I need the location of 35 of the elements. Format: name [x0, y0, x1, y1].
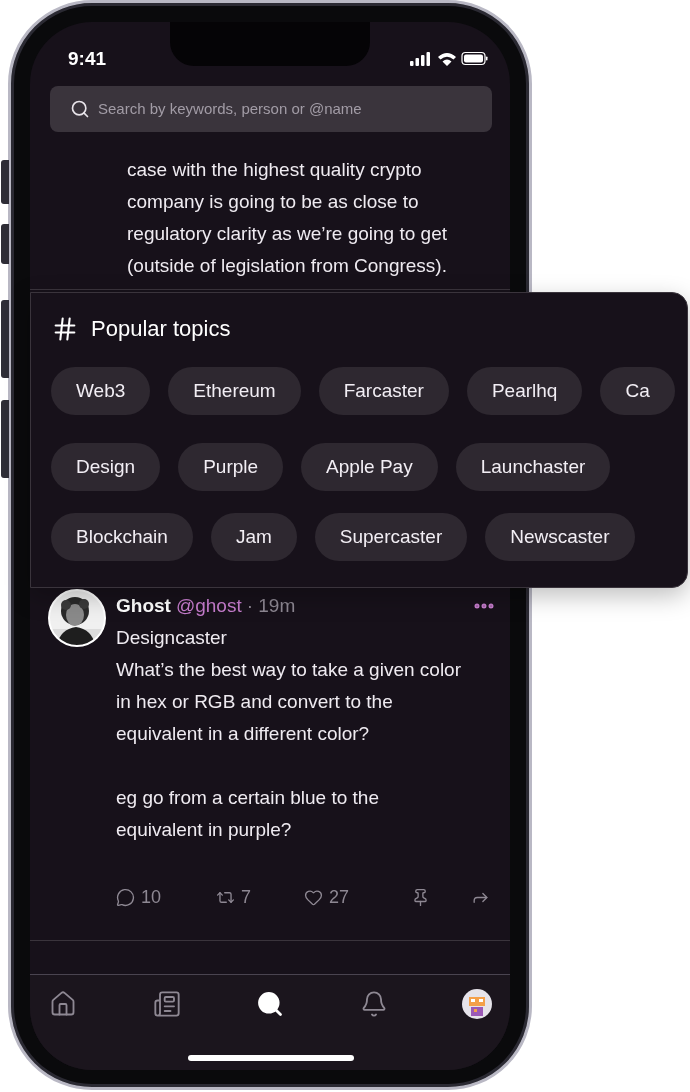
- pin-icon: [411, 888, 430, 908]
- topic-chip[interactable]: Design: [51, 443, 161, 491]
- like-button[interactable]: 27: [304, 887, 411, 909]
- wifi-icon: [438, 52, 456, 66]
- recast-button[interactable]: 7: [216, 887, 304, 909]
- battery-icon: [461, 51, 488, 66]
- topic-chip[interactable]: Web3: [51, 367, 151, 415]
- status-time: 9:41: [68, 47, 107, 70]
- search-icon: [70, 98, 90, 119]
- topic-chip[interactable]: Purple: [178, 443, 284, 491]
- avatar-icon: [462, 989, 492, 1020]
- card-title: Popular topics: [91, 316, 231, 342]
- post-time: · 19m: [246, 595, 297, 618]
- author-name: Ghost: [116, 595, 171, 618]
- search-icon: [256, 990, 284, 1019]
- topic-chip[interactable]: Ethereum: [168, 367, 301, 415]
- topic-chip[interactable]: Ca: [600, 367, 675, 415]
- post-text: Designcaster What’s the best way to take a given color in hex or RGB and convert to the equivalent in a different color? eg go from a certain blue to the equivalent in purple?: [116, 626, 462, 843]
- heart-icon: [304, 888, 323, 908]
- author-handle: @ghost: [175, 595, 242, 618]
- reply-button[interactable]: 10: [116, 887, 216, 909]
- signal-icon: [410, 51, 430, 66]
- topic-chip[interactable]: Blockchain: [51, 513, 193, 561]
- topic-chip[interactable]: Farcaster: [318, 367, 449, 415]
- post-text: case with the highest quality crypto company is going to be as close to regulatory clarity as we’re going to get (outside of legislation from Congress).: [126, 157, 448, 278]
- search-field[interactable]: Search by keywords, person or @name: [50, 85, 492, 132]
- topic-chip[interactable]: Launchaster: [455, 443, 611, 491]
- newspaper-icon: [152, 990, 181, 1019]
- topic-chip[interactable]: Jam: [210, 513, 297, 561]
- topic-chip[interactable]: Pearlhq: [466, 367, 583, 415]
- topic-chip[interactable]: Newscaster: [485, 513, 635, 561]
- tab[interactable]: [462, 989, 492, 1020]
- comment-icon: [116, 888, 135, 908]
- topic-chip[interactable]: Apple Pay: [301, 443, 438, 491]
- topic-chip[interactable]: Supercaster: [314, 513, 468, 561]
